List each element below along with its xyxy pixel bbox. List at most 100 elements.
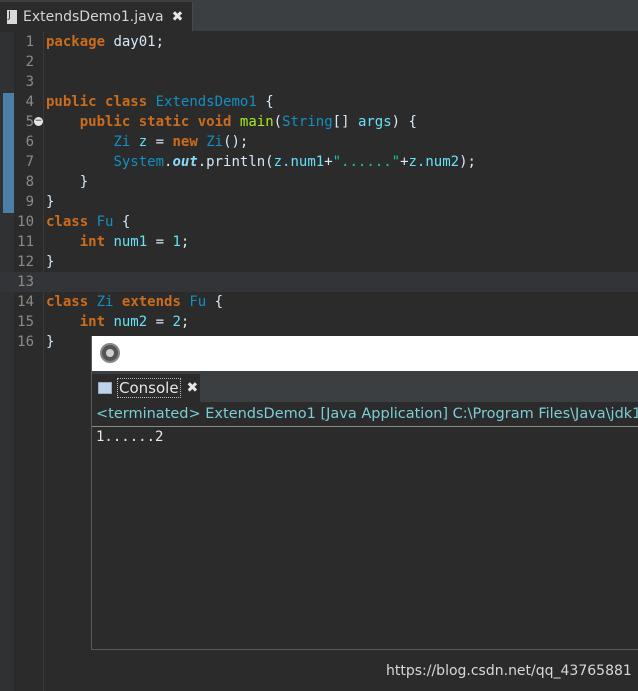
variable: z.num2 — [408, 154, 460, 170]
code-line: 8 } — [0, 172, 638, 192]
code-line: 5 − public static void main(String[] arg… — [0, 112, 638, 132]
line-number: 9 — [25, 194, 34, 210]
method-name: main — [239, 114, 274, 130]
code-text: [] — [332, 114, 358, 130]
line-number: 3 — [25, 74, 34, 90]
code-line: 15 int num2 = 2; — [0, 312, 638, 332]
editor-tab-title: ExtendsDemo1.java — [23, 8, 164, 25]
code-text: ; — [180, 314, 190, 330]
class-name: String — [282, 114, 333, 130]
current-code-line: 13 — [0, 272, 638, 292]
code-text: { — [256, 94, 274, 110]
keyword: class — [46, 214, 89, 230]
code-text: .println( — [197, 154, 274, 170]
string-literal: "......" — [332, 154, 401, 170]
keyword: package — [46, 34, 106, 50]
class-name: Zi — [206, 134, 224, 150]
line-number: 12 — [17, 254, 34, 270]
code-line: 7 System.out.println(z.num1+"......"+z.n… — [0, 152, 638, 172]
divider — [92, 426, 638, 427]
code-line: 4 public class ExtendsDemo1 { — [0, 92, 638, 112]
class-name: Zi — [113, 134, 131, 150]
line-number: 13 — [17, 274, 34, 290]
line-number: 5 — [25, 114, 34, 130]
line-number: 2 — [25, 54, 34, 70]
line-number: 8 — [25, 174, 34, 190]
line-number: 16 — [17, 334, 34, 350]
watermark: https://blog.csdn.net/qq_43765881 — [386, 663, 632, 679]
line-number: 10 — [17, 214, 34, 230]
code-text: + — [324, 154, 333, 170]
code-text: + — [400, 154, 409, 170]
field: num2 — [113, 314, 148, 330]
variable: z — [138, 134, 148, 150]
keyword: int — [79, 234, 106, 250]
line-number: 6 — [25, 134, 34, 150]
line-number: 11 — [17, 234, 34, 250]
console-window: Console ✖ <terminated> ExtendsDemo1 [Jav… — [91, 336, 638, 650]
code-text: ( — [273, 114, 283, 130]
line-number: 7 — [25, 154, 34, 170]
parameter: args — [357, 114, 392, 130]
code-line: 1 package day01; — [0, 32, 638, 52]
code-text: { — [206, 294, 224, 310]
fold-collapse-icon[interactable]: − — [34, 117, 43, 126]
code-line: 6 Zi z = new Zi(); — [0, 132, 638, 152]
keyword: extends — [121, 294, 181, 310]
keyword: class — [46, 294, 89, 310]
keyword: public — [46, 94, 97, 110]
eclipse-app-icon — [100, 343, 120, 363]
code-text: ; — [180, 234, 190, 250]
line-number: 4 — [25, 94, 34, 110]
code-line: 10 class Fu { — [0, 212, 638, 232]
line-number: 14 — [17, 294, 34, 310]
code-text: } — [79, 174, 89, 190]
line-number: 15 — [17, 314, 34, 330]
code-line: 9 } — [0, 192, 638, 212]
code-text: ); — [459, 154, 476, 170]
field: num1 — [113, 234, 148, 250]
editor-tab-extendsdemo1[interactable]: ExtendsDemo1.java ✖ — [0, 2, 193, 31]
code-text: day01; — [105, 34, 165, 50]
code-text: { — [113, 214, 131, 230]
code-text: (); — [223, 134, 249, 150]
keyword: public — [79, 114, 131, 130]
code-text: } — [46, 334, 55, 350]
tab-console[interactable]: Console ✖ — [92, 374, 200, 402]
java-file-icon — [7, 9, 17, 24]
class-name: Zi — [96, 294, 114, 310]
code-line: 2 — [0, 52, 638, 72]
code-line: 12 } — [0, 252, 638, 272]
console-title-bar — [92, 336, 638, 371]
editor-tab-bar: ExtendsDemo1.java ✖ — [0, 0, 638, 32]
number-literal: 2 — [172, 314, 181, 330]
close-icon[interactable]: ✖ — [172, 9, 184, 25]
console-icon — [98, 382, 112, 394]
class-name: ExtendsDemo1 — [155, 94, 257, 110]
class-name: Fu — [96, 214, 114, 230]
class-name: System — [113, 154, 165, 170]
console-output[interactable]: 1......2 — [96, 429, 163, 445]
code-line: 3 — [0, 72, 638, 92]
console-tab-label: Console — [117, 378, 181, 398]
keyword: new — [172, 134, 198, 150]
variable: z.num1 — [273, 154, 325, 170]
keyword: void — [197, 114, 232, 130]
console-tab-bar: Console ✖ — [92, 371, 638, 402]
code-text: = — [147, 134, 173, 150]
code-line: 14 class Zi extends Fu { — [0, 292, 638, 312]
code-text: = — [147, 234, 173, 250]
code-text: } — [46, 194, 55, 210]
code-line: 11 int num1 = 1; — [0, 232, 638, 252]
keyword: static — [138, 114, 190, 130]
code-text: = — [147, 314, 173, 330]
close-icon[interactable]: ✖ — [187, 380, 199, 396]
console-status-text: <terminated> ExtendsDemo1 [Java Applicat… — [96, 406, 638, 422]
line-number: 1 — [25, 34, 34, 50]
static-field: out — [172, 154, 198, 170]
class-name: Fu — [189, 294, 207, 310]
number-literal: 1 — [172, 234, 181, 250]
code-text: ) { — [391, 114, 417, 130]
keyword: int — [79, 314, 106, 330]
code-text: } — [46, 254, 55, 270]
